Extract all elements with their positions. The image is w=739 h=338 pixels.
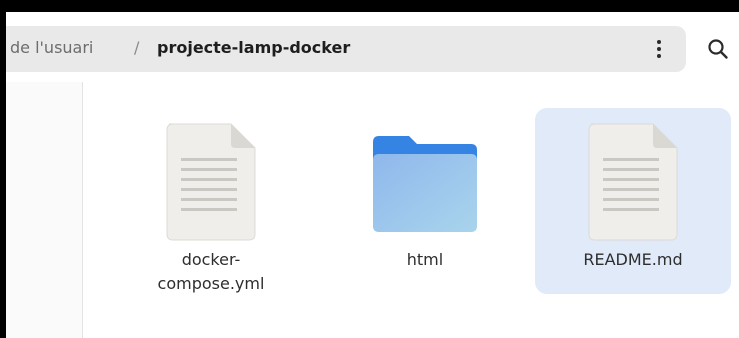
vertical-dots-icon bbox=[657, 40, 661, 58]
file-label: html bbox=[406, 250, 444, 269]
file-label: docker- compose.yml bbox=[157, 250, 265, 293]
file-grid: docker- compose.yml html README.md bbox=[83, 82, 739, 338]
text-file-icon bbox=[166, 123, 256, 241]
search-icon bbox=[708, 39, 728, 59]
folder-item-html[interactable]: html bbox=[327, 108, 523, 294]
search-button[interactable] bbox=[698, 26, 738, 72]
menu-button[interactable] bbox=[642, 26, 676, 72]
sidebar bbox=[6, 82, 83, 338]
file-item-readme[interactable]: README.md bbox=[535, 108, 731, 294]
text-file-icon bbox=[588, 123, 678, 241]
file-item-docker-compose[interactable]: docker- compose.yml bbox=[113, 108, 309, 294]
file-label: README.md bbox=[583, 250, 683, 269]
header-bar: de l'usuari / projecte-lamp-docker bbox=[6, 12, 739, 82]
folder-icon bbox=[373, 136, 477, 232]
breadcrumb-current[interactable]: projecte-lamp-docker bbox=[157, 38, 350, 57]
breadcrumb-parent[interactable]: de l'usuari bbox=[10, 38, 93, 57]
path-bar: de l'usuari / projecte-lamp-docker bbox=[6, 26, 686, 72]
breadcrumb-separator: / bbox=[134, 38, 140, 57]
file-manager-window: de l'usuari / projecte-lamp-docker docke… bbox=[6, 12, 739, 338]
